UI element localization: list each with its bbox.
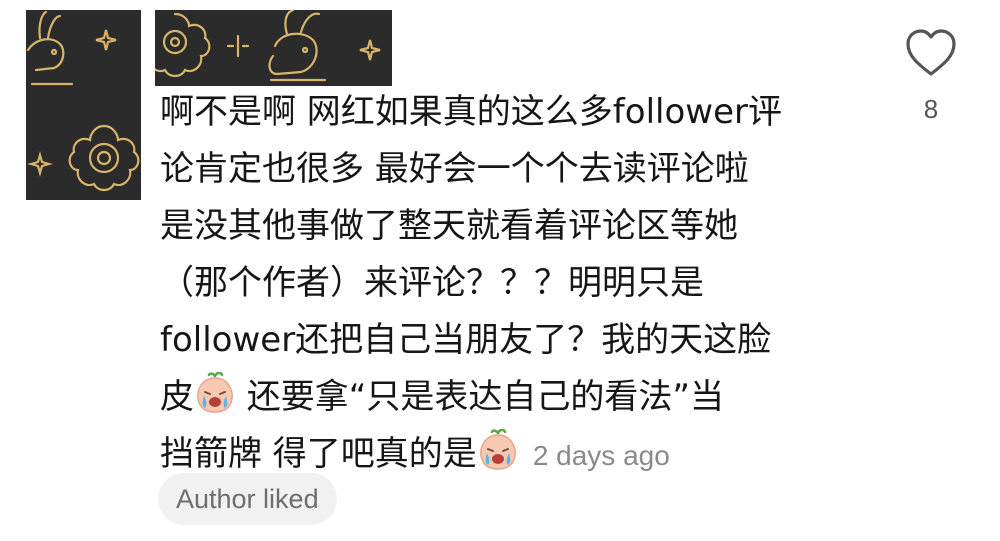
comment-line-text: 挡箭牌 得了吧真的是 <box>160 434 477 474</box>
comment-line: follower还把自己当朋友了？我的天这脸 <box>160 320 772 360</box>
like-section: 8 <box>898 28 964 125</box>
crying-peach-emoji-icon <box>197 372 233 413</box>
comment-sticker-image[interactable] <box>155 10 392 86</box>
comment-line: （那个作者）来评论？？？明明只是 <box>160 263 704 303</box>
rabbit-icon <box>268 10 327 82</box>
flower-icon <box>155 12 211 78</box>
like-count: 8 <box>923 94 939 124</box>
comment-line: 论肯定也很多 最好会一个个去读评论啦 <box>160 149 749 189</box>
comment-line: 是没其他事做了整天就看着评论区等她 <box>160 206 738 246</box>
comment-line-text: 还要拿“只是表达自己的看法”当 <box>236 377 725 417</box>
comment-timestamp: 2 days ago <box>532 440 670 471</box>
rabbit-icon <box>26 10 74 86</box>
crying-peach-emoji-icon <box>479 429 516 470</box>
comment-line-text: 皮 <box>160 377 194 417</box>
user-avatar[interactable] <box>26 10 141 200</box>
comment-text: 啊不是啊 网红如果真的这么多follower评 论肯定也很多 最好会一个个去读评… <box>160 84 860 483</box>
sparkle-icon <box>26 150 54 178</box>
author-liked-badge: Author liked <box>158 473 337 525</box>
sparkle-icon <box>226 34 250 58</box>
flower-icon <box>68 124 140 192</box>
sparkle-icon <box>359 39 381 61</box>
sparkle-icon <box>95 29 117 51</box>
comment-line: 啊不是啊 网红如果真的这么多follower评 <box>160 92 782 132</box>
heart-outline-icon[interactable] <box>904 28 958 78</box>
comment-line: 皮 还要拿“只是表达自己的看法”当 <box>160 369 860 426</box>
